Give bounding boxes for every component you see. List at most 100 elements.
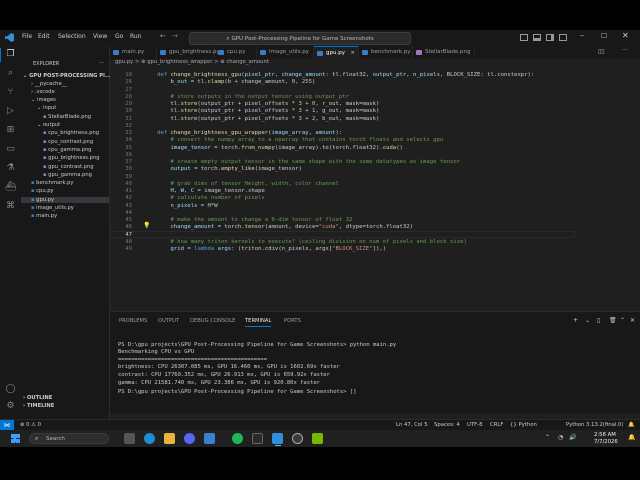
windows-store-icon[interactable] (204, 433, 215, 444)
menu-selection[interactable]: Selection (58, 33, 86, 40)
file-tree-folder[interactable]: ⌄ images (21, 97, 109, 103)
tab-cpu-py[interactable]: cpu.py (215, 46, 257, 59)
code-line[interactable]: # convert the numpy array to a nparray t… (157, 137, 443, 143)
volume-icon[interactable]: 🔊 (569, 434, 576, 441)
code-line[interactable]: b_out = tl.clamp(b + change_amount, 0, 2… (157, 79, 315, 85)
windows-start-icon[interactable] (11, 434, 20, 443)
maximize-icon[interactable]: ☐ (601, 32, 607, 40)
code-line[interactable]: # store outputs in the output tensor usi… (157, 94, 349, 100)
search-icon[interactable]: ⌕ (5, 68, 16, 79)
status-language[interactable]: {} Python (510, 422, 537, 428)
customize-layout-icon[interactable] (559, 34, 567, 41)
spotify-icon[interactable] (232, 433, 243, 444)
project-root[interactable]: ⌄ GPU POST-PROCESSING PI... (23, 73, 111, 79)
terminal-app-icon[interactable] (252, 433, 263, 444)
file-tree-file[interactable]: ▪ cpu.py (21, 188, 109, 194)
tab-gpu-brightness-py[interactable]: gpu_brightness.py (157, 46, 220, 59)
code-line[interactable]: image_tensor = torch.from_numpy(image_ar… (157, 145, 402, 151)
panel-tab-debug-console[interactable]: DEBUG CONSOLE (190, 318, 235, 324)
panel-tab-output[interactable]: OUTPUT (158, 318, 179, 324)
code-line[interactable]: tl.store(output_ptr + pixel_offsets * 3 … (157, 101, 379, 107)
menu-view[interactable]: View (93, 33, 107, 40)
menu-go[interactable]: Go (115, 33, 123, 40)
file-tree-file[interactable]: ▪ gpu_brightness.png (21, 155, 109, 161)
task-view-icon[interactable] (124, 433, 135, 444)
docker-icon[interactable]: ⛴ (5, 182, 16, 193)
code-line[interactable]: # create empty output tensor in the same… (157, 159, 460, 165)
code-line[interactable]: H, W, C = image_tensor.shape (157, 188, 264, 194)
file-tree-file[interactable]: ▪ cpu_contrast.png (21, 139, 109, 145)
manage-gear-icon[interactable]: ⚙ (5, 401, 16, 412)
timeline-section[interactable]: › TIMELINE (23, 403, 54, 409)
forward-arrow-icon[interactable]: → (172, 32, 178, 40)
obs-icon[interactable] (292, 433, 303, 444)
code-line[interactable]: tl.store(output_ptr + pixel_offsets * 3 … (157, 116, 379, 122)
file-tree-file[interactable]: ▪ StellarBlade.png (21, 114, 109, 120)
remote-explorer-icon[interactable]: ▭ (5, 144, 16, 155)
panel-tab-problems[interactable]: PROBLEMS (119, 318, 147, 324)
run-debug-icon[interactable]: ▷ (5, 106, 16, 117)
outline-section[interactable]: › OUTLINE (23, 395, 52, 401)
extensions-icon[interactable]: ⊞ (5, 125, 16, 136)
split-terminal-icon[interactable]: ▯ (597, 317, 600, 324)
explorer-icon[interactable]: ❐ (5, 49, 16, 60)
tab-gpu-py[interactable]: gpu.py × (314, 46, 359, 59)
command-center[interactable]: ⌕ GPU Post-Processing Pipeline for Game … (189, 32, 411, 45)
file-tree-folder[interactable]: ⌄ output (21, 122, 109, 128)
file-tree-file[interactable]: ▪ benchmark.py (21, 180, 109, 186)
status-indentation[interactable]: Spaces: 4 (434, 422, 460, 428)
code-line[interactable]: # calculate number of pixels (157, 195, 264, 201)
nvidia-icon[interactable] (312, 433, 323, 444)
file-explorer-icon[interactable] (164, 433, 175, 444)
code-line[interactable]: output = torch.empty_like(image_tensor) (157, 166, 301, 172)
breadcrumb[interactable]: gpu.py > ⊕ gpu_brightness_wrapper > ⊕ ch… (115, 59, 269, 68)
clock-date[interactable]: 7/7/2026 (594, 439, 618, 445)
back-arrow-icon[interactable]: ← (160, 32, 166, 40)
code-line[interactable]: # how many triton kernels to execute? (c… (157, 239, 466, 245)
file-tree-file[interactable]: ▪ cpu_brightness.png (21, 130, 109, 136)
file-tree-file[interactable]: ▪ gpu.py (21, 196, 109, 203)
code-line[interactable]: # make the amount to change a 0-dim tens… (157, 217, 352, 223)
taskbar-search-box[interactable]: ⌕ Search (29, 433, 109, 444)
code-line[interactable]: def change_brightness_gpu(pixel_ptr, cha… (157, 72, 534, 78)
file-tree-file[interactable]: ▪ gpu_gamma.png (21, 172, 109, 178)
clock-time[interactable]: 2:58 AM (594, 432, 616, 438)
file-tree-file[interactable]: ▪ gpu_contrast.png (21, 164, 109, 170)
tab-benchmark-py[interactable]: benchmark.py (359, 46, 413, 59)
close-tab-icon[interactable]: × (350, 47, 355, 60)
status-errors[interactable]: ⊗ 0 ⚠ 0 (20, 422, 41, 428)
file-tree-folder[interactable]: ⌄ input (21, 105, 109, 111)
explorer-more-icon[interactable]: ··· (99, 60, 104, 66)
python-icon[interactable]: ⌘ (5, 201, 16, 212)
file-tree-file[interactable]: ▪ cpu_gamma.png (21, 147, 109, 153)
toggle-secondary-sidebar-icon[interactable] (546, 34, 554, 41)
menu-file[interactable]: File (22, 33, 32, 40)
discord-icon[interactable] (184, 433, 195, 444)
code-line[interactable]: # grab dims of tensor Height, width, col… (157, 181, 338, 187)
edge-browser-icon[interactable] (144, 433, 155, 444)
tab-image-utils-py[interactable]: image_utils.py (257, 46, 314, 59)
new-terminal-icon[interactable]: + (573, 317, 578, 324)
close-panel-icon[interactable]: ✕ (630, 317, 635, 324)
file-tree-file[interactable]: ▪ image_utils.py (21, 205, 109, 211)
accounts-icon[interactable]: ◯ (5, 384, 16, 395)
toggle-panel-icon[interactable] (533, 34, 541, 41)
status-eol[interactable]: CRLF (490, 422, 503, 428)
file-tree-file[interactable]: ▪ main.py (21, 213, 109, 219)
code-line[interactable]: change_amount = torch.tensor(amount, dev… (157, 224, 413, 230)
more-actions-icon[interactable]: ··· (622, 47, 628, 54)
toggle-sidebar-icon[interactable] (520, 34, 528, 41)
menu-edit[interactable]: Edit (38, 33, 50, 40)
minimize-icon[interactable]: – (580, 31, 584, 40)
status-encoding[interactable]: UTF-8 (467, 422, 482, 428)
status-interpreter[interactable]: Python 3.13.2(final.0) (566, 422, 624, 428)
menu-run[interactable]: Run (130, 33, 142, 40)
tray-chevron-icon[interactable]: ⌃ (545, 434, 550, 441)
source-control-icon[interactable]: ⑂ (5, 87, 16, 98)
split-editor-icon[interactable]: ▯▯ (598, 48, 605, 55)
panel-tab-terminal[interactable]: TERMINAL (245, 318, 272, 327)
chevron-down-icon[interactable]: ⌄ (585, 317, 590, 324)
close-icon[interactable]: ✕ (622, 31, 629, 40)
status-cursor-position[interactable]: Ln 47, Col 5 (396, 422, 428, 428)
file-tree-folder[interactable]: › .vscode (21, 89, 109, 95)
